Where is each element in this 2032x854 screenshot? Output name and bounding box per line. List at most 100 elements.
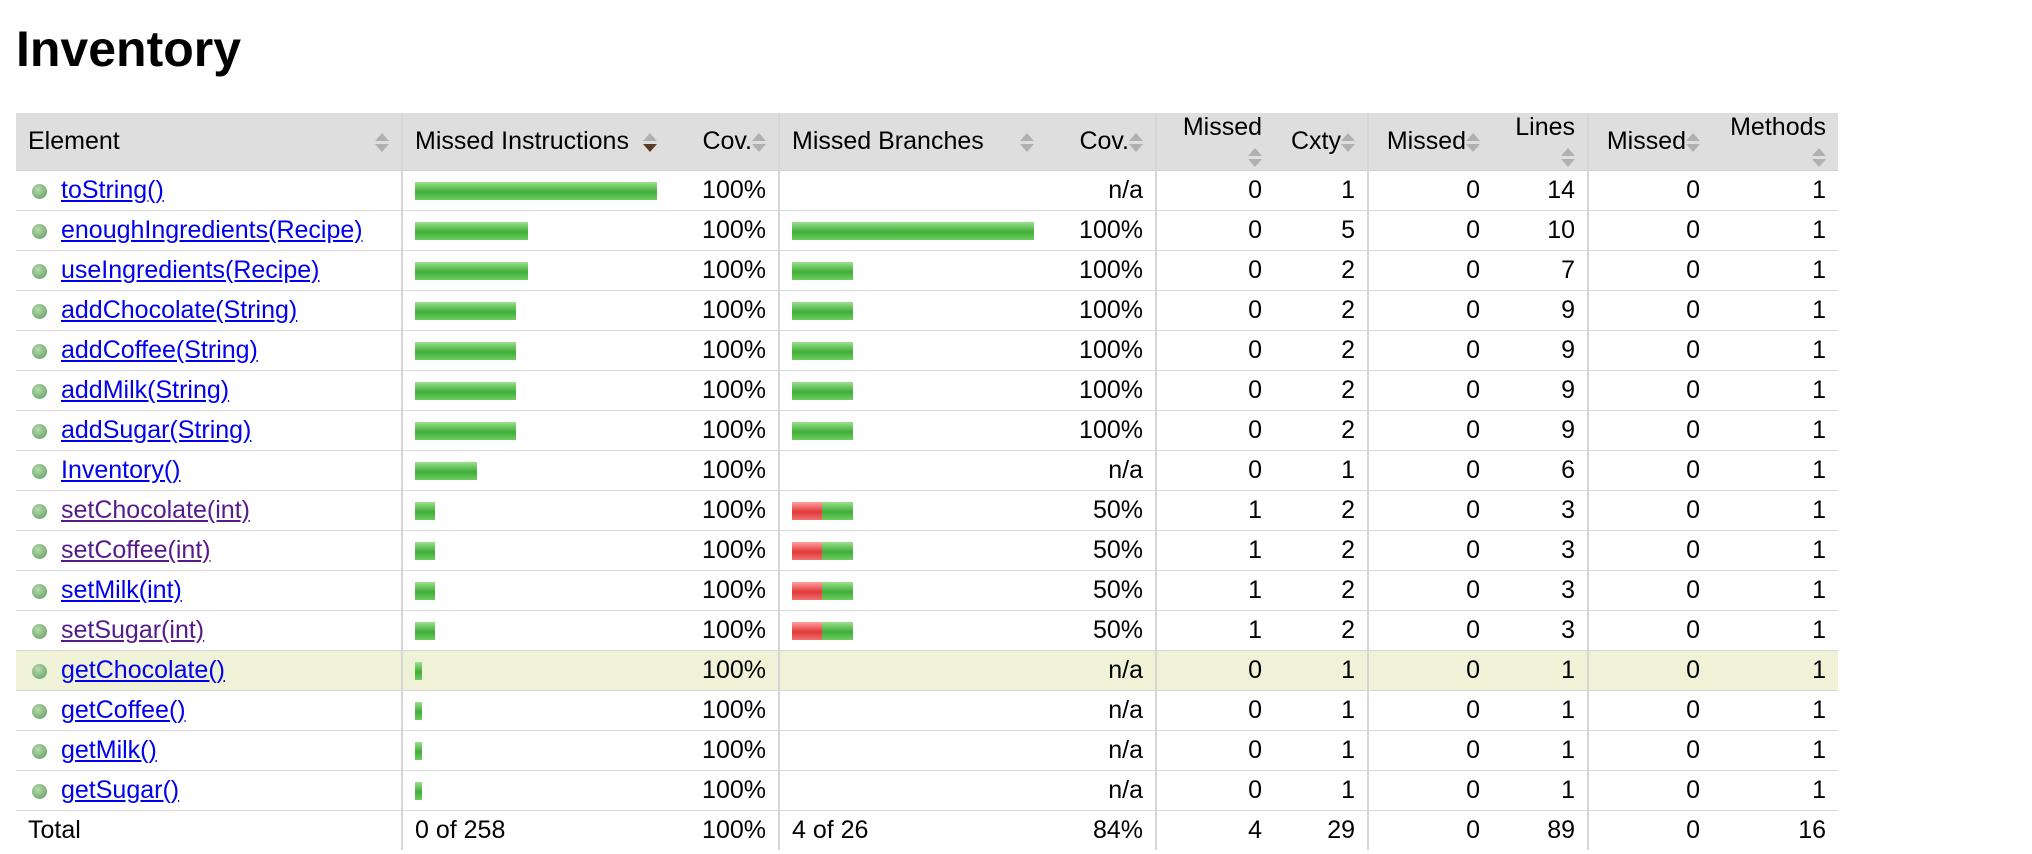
element-link[interactable]: setChocolate(int) bbox=[61, 496, 250, 524]
branches-coverage: n/a bbox=[1046, 170, 1157, 211]
header-element-label: Element bbox=[28, 127, 120, 155]
methods: 1 bbox=[1712, 410, 1838, 451]
element-cell: getSugar() bbox=[16, 770, 403, 811]
covered-instructions-bar bbox=[415, 502, 435, 521]
sort-icon bbox=[375, 133, 389, 155]
element-link[interactable]: addChocolate(String) bbox=[61, 296, 297, 324]
header-cov-instructions[interactable]: Cov. bbox=[669, 113, 780, 171]
missed-branches-cell bbox=[779, 250, 1046, 291]
missed-cxty: 0 bbox=[1156, 170, 1274, 211]
missed-methods: 0 bbox=[1588, 330, 1712, 371]
missed-instructions-cell bbox=[402, 330, 669, 371]
instructions-coverage: 100% bbox=[669, 210, 780, 251]
missed-cxty: 1 bbox=[1156, 530, 1274, 571]
method-icon bbox=[32, 303, 47, 319]
missed-instructions-cell bbox=[402, 530, 669, 571]
header-missed-branches[interactable]: Missed Branches bbox=[779, 113, 1046, 171]
header-missed-methods[interactable]: Missed bbox=[1588, 113, 1712, 171]
lines: 1 bbox=[1492, 650, 1589, 691]
methods: 1 bbox=[1712, 170, 1838, 211]
table-row: setChocolate(int) 100% 50% 1 2 0 3 0 1 bbox=[16, 490, 1838, 531]
element-link[interactable]: setMilk(int) bbox=[61, 576, 182, 604]
covered-branches-bar bbox=[822, 542, 853, 561]
missed-methods: 0 bbox=[1588, 770, 1712, 811]
lines: 9 bbox=[1492, 370, 1589, 411]
instructions-coverage: 100% bbox=[669, 450, 780, 491]
page-title: Inventory bbox=[16, 21, 242, 77]
method-icon bbox=[32, 183, 47, 199]
cxty: 1 bbox=[1274, 170, 1369, 211]
element-cell: addCoffee(String) bbox=[16, 330, 403, 371]
missed-branches-cell bbox=[779, 450, 1046, 491]
covered-instructions-bar bbox=[415, 262, 528, 281]
header-methods[interactable]: Methods bbox=[1712, 113, 1838, 171]
header-cov-branches[interactable]: Cov. bbox=[1046, 113, 1157, 171]
element-link[interactable]: getSugar() bbox=[61, 776, 179, 804]
missed-lines: 0 bbox=[1368, 210, 1492, 251]
sort-icon bbox=[1129, 133, 1143, 155]
header-missed-cxty[interactable]: Missed bbox=[1156, 113, 1274, 171]
missed-methods: 0 bbox=[1588, 730, 1712, 771]
header-missed-instructions[interactable]: Missed Instructions bbox=[402, 113, 669, 171]
element-link[interactable]: getCoffee() bbox=[61, 696, 186, 724]
methods: 1 bbox=[1712, 210, 1838, 251]
missed-branches-cell bbox=[779, 410, 1046, 451]
header-missed-lines[interactable]: Missed bbox=[1368, 113, 1492, 171]
lines: 3 bbox=[1492, 610, 1589, 651]
lines: 9 bbox=[1492, 330, 1589, 371]
methods: 1 bbox=[1712, 490, 1838, 531]
element-cell: Inventory() bbox=[16, 450, 403, 491]
missed-instructions-cell bbox=[402, 570, 669, 611]
element-link[interactable]: addCoffee(String) bbox=[61, 336, 258, 364]
missed-branches-bar bbox=[792, 502, 822, 521]
methods: 1 bbox=[1712, 610, 1838, 651]
covered-instructions-bar bbox=[415, 302, 516, 321]
table-row: getChocolate() 100% n/a 0 1 0 1 0 1 bbox=[16, 650, 1838, 691]
covered-instructions-bar bbox=[415, 342, 516, 361]
table-row: setSugar(int) 100% 50% 1 2 0 3 0 1 bbox=[16, 610, 1838, 651]
branches-coverage: 50% bbox=[1046, 570, 1157, 611]
element-link[interactable]: useIngredients(Recipe) bbox=[61, 256, 319, 284]
element-link[interactable]: setSugar(int) bbox=[61, 616, 204, 644]
element-link[interactable]: setCoffee(int) bbox=[61, 536, 211, 564]
missed-lines: 0 bbox=[1368, 170, 1492, 211]
element-link[interactable]: toString() bbox=[61, 176, 164, 204]
missed-branches-cell bbox=[779, 170, 1046, 211]
header-missed-label: Missed bbox=[1606, 127, 1686, 155]
element-cell: enoughIngredients(Recipe) bbox=[16, 210, 403, 251]
element-link[interactable]: getMilk() bbox=[61, 736, 157, 764]
methods: 1 bbox=[1712, 530, 1838, 571]
missed-branches-cell bbox=[779, 290, 1046, 331]
missed-cxty: 0 bbox=[1156, 450, 1274, 491]
element-link[interactable]: addSugar(String) bbox=[61, 416, 251, 444]
branches-coverage: n/a bbox=[1046, 730, 1157, 771]
header-cxty[interactable]: Cxty bbox=[1274, 113, 1369, 171]
missed-branches-cell bbox=[779, 730, 1046, 771]
branches-coverage: n/a bbox=[1046, 770, 1157, 811]
covered-branches-bar bbox=[792, 262, 853, 281]
sort-icon bbox=[1812, 148, 1826, 170]
table-row: Inventory() 100% n/a 0 1 0 6 0 1 bbox=[16, 450, 1838, 491]
method-icon bbox=[32, 703, 47, 719]
header-element[interactable]: Element bbox=[16, 113, 403, 171]
total-instructions-coverage: 100% bbox=[669, 810, 780, 850]
missed-cxty: 0 bbox=[1156, 250, 1274, 291]
sort-icon bbox=[752, 133, 766, 155]
instructions-coverage: 100% bbox=[669, 770, 780, 811]
covered-instructions-bar bbox=[415, 662, 422, 681]
instructions-coverage: 100% bbox=[669, 650, 780, 691]
missed-cxty: 0 bbox=[1156, 730, 1274, 771]
covered-branches-bar bbox=[792, 302, 853, 321]
missed-instructions-cell bbox=[402, 170, 669, 211]
element-link[interactable]: enoughIngredients(Recipe) bbox=[61, 216, 363, 244]
missed-lines: 0 bbox=[1368, 370, 1492, 411]
methods: 1 bbox=[1712, 370, 1838, 411]
missed-methods: 0 bbox=[1588, 650, 1712, 691]
branches-coverage: 100% bbox=[1046, 370, 1157, 411]
element-link[interactable]: Inventory() bbox=[61, 456, 180, 484]
element-link[interactable]: addMilk(String) bbox=[61, 376, 229, 404]
header-lines[interactable]: Lines bbox=[1492, 113, 1589, 171]
branches-coverage: 100% bbox=[1046, 410, 1157, 451]
element-link[interactable]: getChocolate() bbox=[61, 656, 225, 684]
methods: 1 bbox=[1712, 690, 1838, 731]
